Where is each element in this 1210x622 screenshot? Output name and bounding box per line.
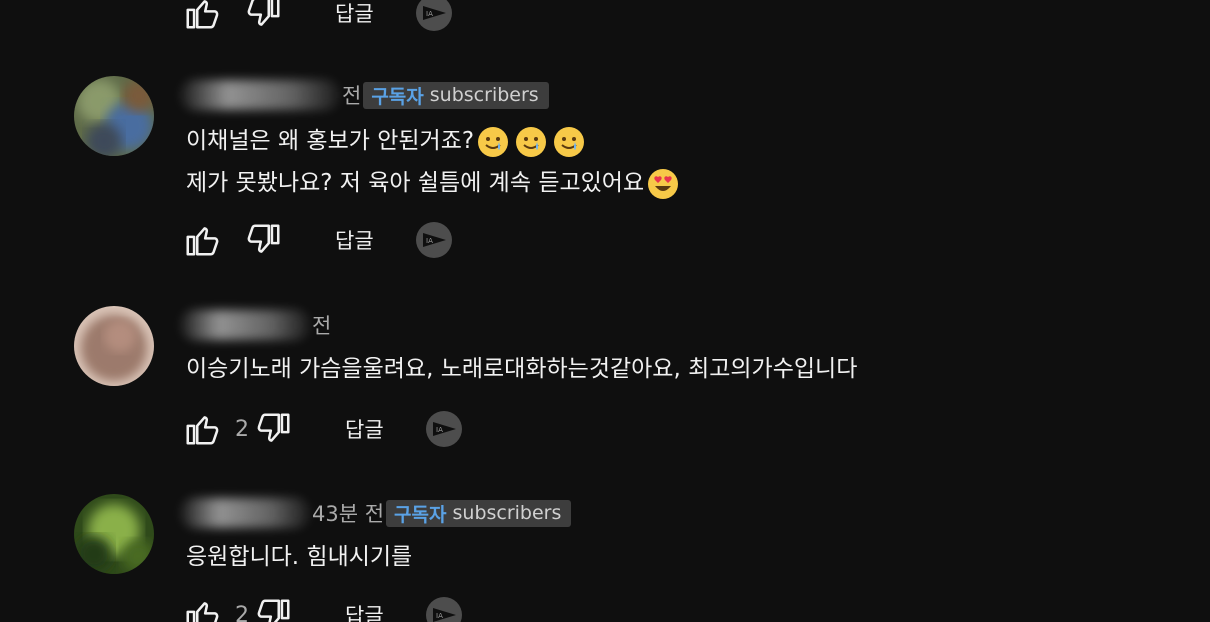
play-translate-icon: IA — [422, 6, 446, 20]
svg-text:IA: IA — [426, 237, 433, 245]
like-button[interactable] — [183, 596, 221, 622]
comment-header: 전 구독자 subscribers — [180, 80, 549, 110]
avatar[interactable] — [74, 306, 154, 386]
dislike-button[interactable] — [255, 410, 293, 448]
comment-time: 전 — [312, 314, 332, 338]
reply-button[interactable]: 답글 — [335, 225, 374, 255]
author-name-blurred[interactable] — [180, 80, 340, 110]
reply-button[interactable]: 답글 — [345, 600, 384, 622]
comment-item: 전 이승기노래 가슴을울려요, 노래로대화하는것같아요, 최고의가수입니다 2 … — [74, 306, 1174, 466]
like-count: 2 — [235, 602, 249, 622]
comment-text: 이채널은 왜 홍보가 안된거죠? 제가 못봤나요? 저 육아 쉴틈에 계속 듣고… — [186, 120, 682, 204]
dislike-button[interactable] — [255, 596, 293, 622]
thumbs-down-icon — [247, 0, 280, 26]
comment-header: 43분 전 구독자 subscribers — [180, 498, 572, 528]
tear-smile-emoji — [516, 126, 547, 157]
comment-line: 제가 못봤나요? 저 육아 쉴틈에 계속 듣고있어요 — [186, 170, 645, 196]
avatar[interactable] — [74, 76, 154, 156]
thumbs-down-icon — [257, 599, 290, 622]
comment-line: 응원합니다. 힘내시기를 — [186, 544, 413, 570]
comment-section: 답글 IA 전 구독자 subscribers 이채널은 왜 홍보가 안된거죠?… — [0, 0, 1210, 622]
play-translate-icon: IA — [422, 233, 446, 247]
tear-smile-emoji — [478, 126, 509, 157]
thumbs-up-icon — [186, 602, 219, 622]
thumbs-down-icon — [257, 413, 290, 442]
comment-time: 43분 전 — [312, 502, 385, 526]
comment-actions: 2 답글 IA — [183, 596, 462, 622]
dislike-button[interactable] — [245, 0, 283, 32]
avatar[interactable] — [74, 494, 154, 574]
author-name-blurred[interactable] — [180, 498, 310, 528]
thumbs-up-icon — [186, 227, 219, 256]
like-button[interactable] — [183, 0, 221, 32]
play-translate-icon: IA — [432, 422, 456, 436]
author-name-blurred[interactable] — [180, 310, 310, 340]
thumbs-up-icon — [186, 416, 219, 445]
comment-text: 응원합니다. 힘내시기를 — [186, 536, 412, 578]
translate-play-button[interactable]: IA — [425, 597, 462, 622]
tear-smile-emoji — [554, 126, 585, 157]
reply-button[interactable]: 답글 — [335, 0, 374, 28]
thumbs-up-icon — [186, 0, 219, 29]
heart-eyes-emoji — [648, 168, 679, 199]
dislike-button[interactable] — [245, 221, 283, 259]
like-count: 2 — [235, 416, 249, 442]
comment-text: 이승기노래 가슴을울려요, 노래로대화하는것같아요, 최고의가수입니다 — [186, 348, 857, 390]
translate-play-button[interactable]: IA — [425, 411, 462, 447]
translate-play-button[interactable]: IA — [415, 222, 452, 258]
comment-time: 전 — [342, 84, 362, 108]
svg-text:IA: IA — [436, 426, 443, 434]
translate-play-button[interactable]: IA — [415, 0, 452, 31]
svg-text:IA: IA — [426, 10, 433, 18]
comment-actions: 답글 IA — [183, 0, 452, 32]
thumbs-down-icon — [247, 224, 280, 253]
comment-line: 이채널은 왜 홍보가 안된거죠? — [186, 128, 475, 154]
comment-item: 43분 전 구독자 subscribers 응원합니다. 힘내시기를 2 답글 … — [74, 494, 1174, 622]
like-button[interactable] — [183, 221, 221, 259]
reply-button[interactable]: 답글 — [345, 414, 384, 444]
play-translate-icon: IA — [432, 608, 456, 622]
svg-text:IA: IA — [436, 612, 443, 620]
like-button[interactable] — [183, 410, 221, 448]
subscriber-badge: 구독자 subscribers — [363, 81, 549, 109]
subscriber-badge: 구독자 subscribers — [386, 499, 572, 527]
comment-header: 전 — [180, 310, 331, 340]
comment-item: 전 구독자 subscribers 이채널은 왜 홍보가 안된거죠? 제가 못봤… — [74, 76, 1174, 276]
comment-actions: 답글 IA — [183, 221, 452, 259]
comment-actions: 2 답글 IA — [183, 410, 462, 448]
comment-line: 이승기노래 가슴을울려요, 노래로대화하는것같아요, 최고의가수입니다 — [186, 356, 858, 382]
